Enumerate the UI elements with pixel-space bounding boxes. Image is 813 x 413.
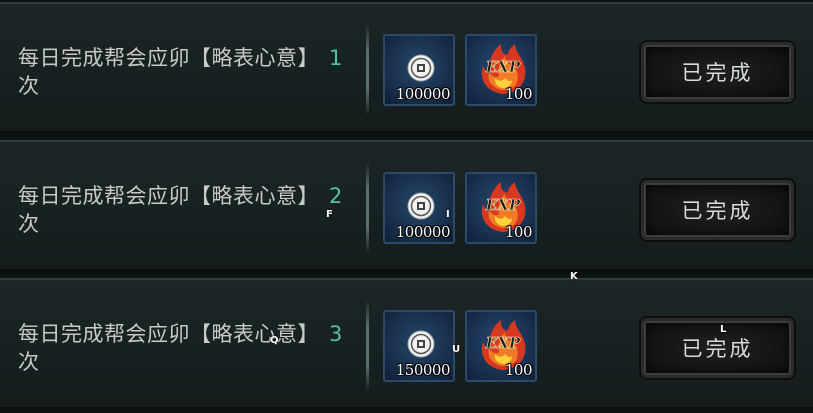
exp-label: EXP [485,58,521,76]
task-text: 每日完成帮会应卯【略表心意】 [18,184,319,208]
coin-amount: 100000 [395,223,451,241]
marker-label: F [326,209,333,220]
reward-exp-slot[interactable]: EXP 100 [465,310,537,382]
task-description: 每日完成帮会应卯【略表心意】 3 次 [18,320,363,376]
reward-coin-slot[interactable]: 100000 [383,34,455,106]
task-count: 3 [329,322,343,346]
completed-button[interactable]: 已完成 [641,42,794,102]
exp-amount: 100 [504,85,533,103]
task-count: 2 [329,184,343,208]
completed-label: 已完成 [681,61,754,85]
task-description: 每日完成帮会应卯【略表心意】 1 次 [18,44,363,100]
coin-amount: 150000 [395,361,451,379]
marker-label: I [446,209,450,220]
exp-label: EXP [485,196,521,214]
reward-coin-slot[interactable]: 100000 [383,172,455,244]
task-text: 每日完成帮会应卯【略表心意】 [18,46,319,70]
task-suffix: 次 [18,212,40,236]
exp-label: EXP [485,334,521,352]
reward-exp-slot[interactable]: EXP 100 [465,172,537,244]
completed-label: 已完成 [681,199,754,223]
task-suffix: 次 [18,74,40,98]
reward-coin-slot[interactable]: 150000 [383,310,455,382]
completed-label: 已完成 [681,337,754,361]
marker-label: Q [270,335,279,346]
task-row-2: 每日完成帮会应卯【略表心意】 2 次 100000 EXP 100 已完成 [0,140,813,275]
marker-label: K [570,271,578,282]
completed-button[interactable]: 已完成 [641,180,794,240]
task-row-1: 每日完成帮会应卯【略表心意】 1 次 100000 EXP 100 已完成 [0,2,813,137]
exp-amount: 100 [504,223,533,241]
task-row-3: 每日完成帮会应卯【略表心意】 3 次 150000 EXP 100 已完成 [0,278,813,413]
coin-icon [407,192,435,220]
task-suffix: 次 [18,350,40,374]
row-divider [366,162,369,254]
marker-label: U [452,344,461,355]
completed-button[interactable]: 已完成 [641,318,794,378]
row-divider [366,300,369,392]
task-description: 每日完成帮会应卯【略表心意】 2 次 [18,182,363,238]
row-divider [366,24,369,116]
marker-label: L [720,324,727,335]
exp-amount: 100 [504,361,533,379]
coin-amount: 100000 [395,85,451,103]
coin-icon [407,330,435,358]
task-count: 1 [329,46,343,70]
coin-icon [407,54,435,82]
reward-exp-slot[interactable]: EXP 100 [465,34,537,106]
